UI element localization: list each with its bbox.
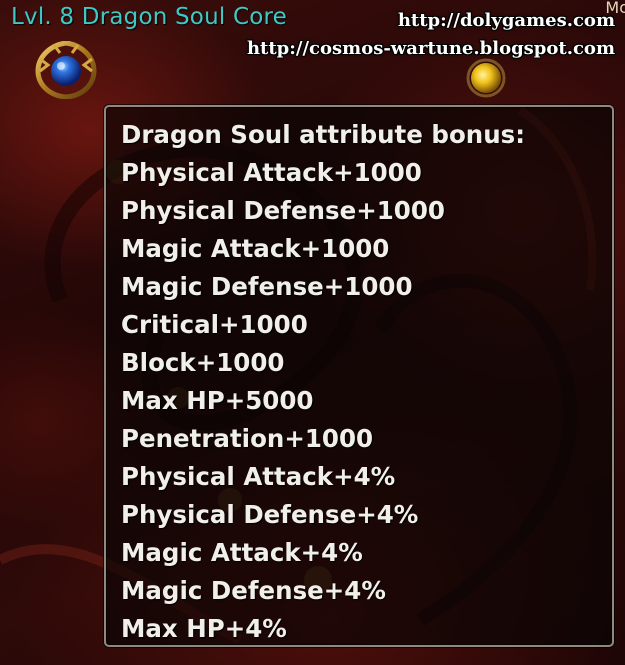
dragon-soul-core-icon[interactable] [34,41,98,99]
bonus-line-physical-attack: Physical Attack+1000 [121,158,422,187]
gold-orb-icon [466,58,506,98]
bonus-line-physical-defense-percent: Physical Defense+4% [121,500,419,529]
bonus-line-block: Block+1000 [121,348,285,377]
bonus-line-critical: Critical+1000 [121,310,308,339]
bonus-line-magic-attack-percent: Magic Attack+4% [121,538,363,567]
watermark-link-blog: http://cosmos-wartune.blogspot.com [246,38,615,59]
attribute-bonus-tooltip: Dragon Soul attribute bonus: Physical At… [104,105,614,647]
bonus-line-physical-attack-percent: Physical Attack+4% [121,462,396,491]
bonus-line-max-hp-percent: Max HP+4% [121,614,287,643]
bonus-line-max-hp: Max HP+5000 [121,386,314,415]
bonus-line-magic-defense-percent: Magic Defense+4% [121,576,386,605]
watermark-link-dolygames: http://dolygames.com [397,10,615,31]
bonus-line-magic-defense: Magic Defense+1000 [121,272,413,301]
tooltip-heading: Dragon Soul attribute bonus: [121,120,526,149]
item-title: Lvl. 8 Dragon Soul Core [11,4,287,30]
bonus-line-penetration: Penetration+1000 [121,424,374,453]
bonus-line-physical-defense: Physical Defense+1000 [121,196,445,225]
bonus-list: Physical Attack+1000 Physical Defense+10… [121,154,612,648]
bonus-line-magic-attack: Magic Attack+1000 [121,234,390,263]
